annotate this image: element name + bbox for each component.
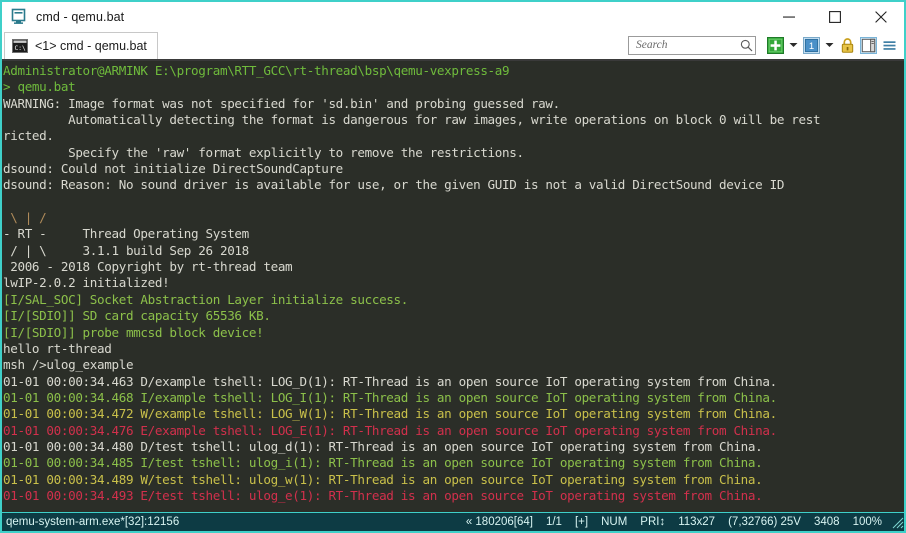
status-field: 113x27	[678, 516, 716, 528]
status-field: 1/1	[545, 516, 562, 528]
terminal-line: Administrator@ARMINK E:\program\RTT_GCC\…	[3, 63, 510, 78]
menu-button[interactable]	[881, 35, 898, 56]
terminal-line: 01-01 00:00:34.489 W/test tshell: ulog_w…	[3, 471, 763, 487]
status-field: PRI↕	[640, 516, 666, 528]
terminal-line: 01-01 00:00:34.480 D/test tshell: ulog_d…	[3, 438, 763, 454]
split-panel-button[interactable]	[860, 35, 877, 56]
toolbar: 1	[628, 31, 904, 59]
terminal-line: WARNING: Image format was not specified …	[3, 95, 560, 111]
terminal-line: 01-01 00:00:34.485 I/test tshell: ulog_i…	[3, 455, 763, 471]
search-box[interactable]	[628, 35, 756, 55]
terminal-line: [I/SAL_SOC] Socket Abstraction Layer ini…	[3, 291, 408, 307]
terminal-line: / | \ 3.1.1 build Sep 26 2018	[3, 242, 249, 258]
terminal-line: lwIP-2.0.2 initialized!	[3, 275, 170, 291]
tab-label: <1> cmd - qemu.bat	[35, 39, 147, 53]
status-bar: qemu-system-arm.exe*[32]:12156 « 180206[…	[2, 512, 904, 531]
minimize-button[interactable]	[766, 2, 812, 31]
terminal-line: - RT - Thread Operating System	[3, 226, 249, 242]
cmd-console-icon: C:\	[12, 39, 28, 53]
terminal-line: Automatically detecting the format is da…	[3, 112, 821, 128]
terminal-output[interactable]: Administrator@ARMINK E:\program\RTT_GCC\…	[2, 61, 904, 512]
split-panel-icon[interactable]	[860, 36, 877, 54]
terminal-line: 01-01 00:00:34.463 D/example tshell: LOG…	[3, 373, 777, 389]
new-tab-button[interactable]	[767, 35, 784, 56]
resize-grip-icon[interactable]	[890, 515, 904, 529]
search-magnifier-icon[interactable]	[740, 39, 753, 52]
status-field: [+]	[574, 516, 589, 528]
status-process-label: qemu-system-arm.exe*[32]:12156	[6, 516, 180, 528]
window-select-button[interactable]: 1	[803, 35, 820, 56]
tab-cmd-qemu[interactable]: C:\ <1> cmd - qemu.bat	[4, 32, 158, 59]
window-title: cmd - qemu.bat	[36, 9, 125, 24]
terminal-line: 2006 - 2018 Copyright by rt-thread team	[3, 259, 293, 275]
maximize-button[interactable]	[812, 2, 858, 31]
new-tab-caret-icon[interactable]	[788, 37, 799, 54]
terminal-line: 01-01 00:00:34.476 E/example tshell: LOG…	[3, 422, 777, 438]
tab-strip: C:\ <1> cmd - qemu.bat Search 1	[2, 31, 904, 61]
green-plus-icon[interactable]	[767, 36, 784, 54]
title-bar[interactable]: cmd - qemu.bat	[2, 2, 904, 31]
terminal-line: dsound: Reason: No sound driver is avail…	[3, 177, 785, 193]
terminal-line: dsound: Could not initialize DirectSound…	[3, 161, 343, 177]
padlock-icon[interactable]	[839, 37, 856, 54]
status-field: (7,32766) 25V	[728, 516, 801, 528]
status-field: 100%	[852, 516, 882, 528]
terminal-line: 01-01 00:00:34.493 E/test tshell: ulog_e…	[3, 487, 763, 503]
status-field: NUM	[601, 516, 628, 528]
terminal-line: msh />ulog_example	[3, 357, 134, 373]
terminal-line: 01-01 00:00:34.472 W/example tshell: LOG…	[3, 406, 777, 422]
terminal-line: Specify the 'raw' format explicitly to r…	[3, 144, 524, 160]
terminal-line: ricted.	[3, 128, 54, 144]
lock-button[interactable]	[839, 35, 856, 56]
window-controls	[766, 2, 904, 31]
terminal-line: hello rt-thread	[3, 340, 112, 356]
hamburger-menu-icon[interactable]	[881, 37, 898, 54]
terminal-line: > qemu.bat	[3, 79, 76, 95]
search-input[interactable]	[634, 38, 740, 52]
status-fields: « 180206[64] 1/1 [+] NUM PRI↕ 113x27 (7,32766)…	[466, 516, 886, 528]
terminal-line: [I/[SDIO]] probe mmcsd block device!	[3, 324, 264, 340]
window-one-icon[interactable]: 1	[803, 36, 820, 54]
terminal-line: [I/[SDIO]] SD card capacity 65536 KB.	[3, 308, 271, 324]
terminal-line: 01-01 00:00:34.468 I/example tshell: LOG…	[3, 389, 777, 405]
title-bar-left: cmd - qemu.bat	[2, 8, 124, 25]
status-field: « 180206[64]	[465, 516, 533, 528]
console-app-icon	[11, 8, 28, 25]
svg-text:1: 1	[809, 41, 814, 52]
status-field: 3408	[813, 516, 840, 528]
close-button[interactable]	[858, 2, 904, 31]
svg-text:C:\: C:\	[15, 45, 26, 52]
window-select-caret-icon[interactable]	[824, 37, 835, 54]
terminal-line: \ | /	[3, 210, 47, 226]
console-window: cmd - qemu.bat C:\ <1> cmd - qemu.bat Se…	[0, 0, 906, 533]
